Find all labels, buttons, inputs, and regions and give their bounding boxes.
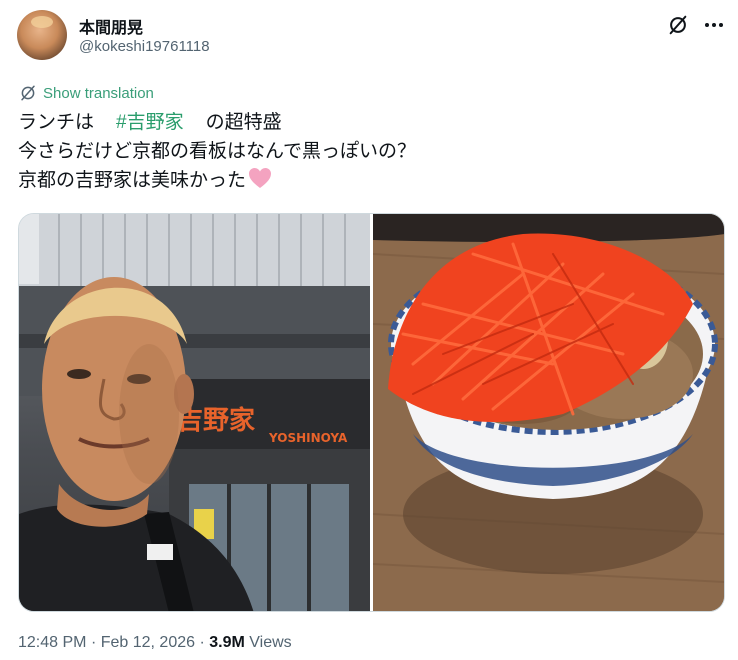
photo-gyudon[interactable]: [373, 214, 724, 611]
tweet-text-line1-pre: ランチは: [18, 112, 95, 133]
store-sign-en: YOSHINOYA: [268, 431, 348, 445]
show-translation-label[interactable]: Show translation: [43, 85, 154, 102]
photo-selfie[interactable]: 吉野家 YOSHINOYA: [19, 214, 370, 611]
tweet-time[interactable]: 12:48 PM: [18, 634, 86, 651]
tweet-text-line2: 今さらだけど京都の看板はなんで黒っぽいの？: [18, 141, 417, 162]
translate-icon: [21, 85, 35, 101]
selfie-image: 吉野家 YOSHINOYA: [19, 214, 370, 611]
author-name[interactable]: 本間朋晃: [79, 14, 143, 38]
tweet-header: 本間朋晃 @kokeshi19761118: [17, 10, 727, 62]
views-label: Views: [249, 634, 292, 651]
tweet-footer: 12:48 PM · Feb 12, 2026 · 3.9M Views: [18, 634, 292, 651]
more-horizontal-icon[interactable]: [701, 12, 727, 38]
hashtag-link[interactable]: #吉野家: [116, 112, 184, 133]
gyudon-image: [373, 214, 724, 611]
tweet-media: 吉野家 YOSHINOYA: [18, 213, 725, 612]
tweet-text: ランチは #吉野家 の超特盛 今さらだけど京都の看板はなんで黒っぽいの？ 京都の吉野…: [18, 108, 718, 195]
tweet-date[interactable]: Feb 12, 2026: [101, 634, 195, 651]
tweet-text-line3: 京都の吉野家は美味かった: [18, 170, 247, 191]
tweet-text-line1-post: の超特盛: [205, 112, 282, 133]
pink-heart-icon: [249, 168, 272, 188]
views-count: 3.9M: [209, 634, 245, 651]
grok-icon[interactable]: [667, 14, 689, 36]
avatar[interactable]: [17, 10, 67, 60]
show-translation-button[interactable]: Show translation: [19, 82, 154, 104]
author-handle[interactable]: @kokeshi19761118: [79, 38, 210, 55]
